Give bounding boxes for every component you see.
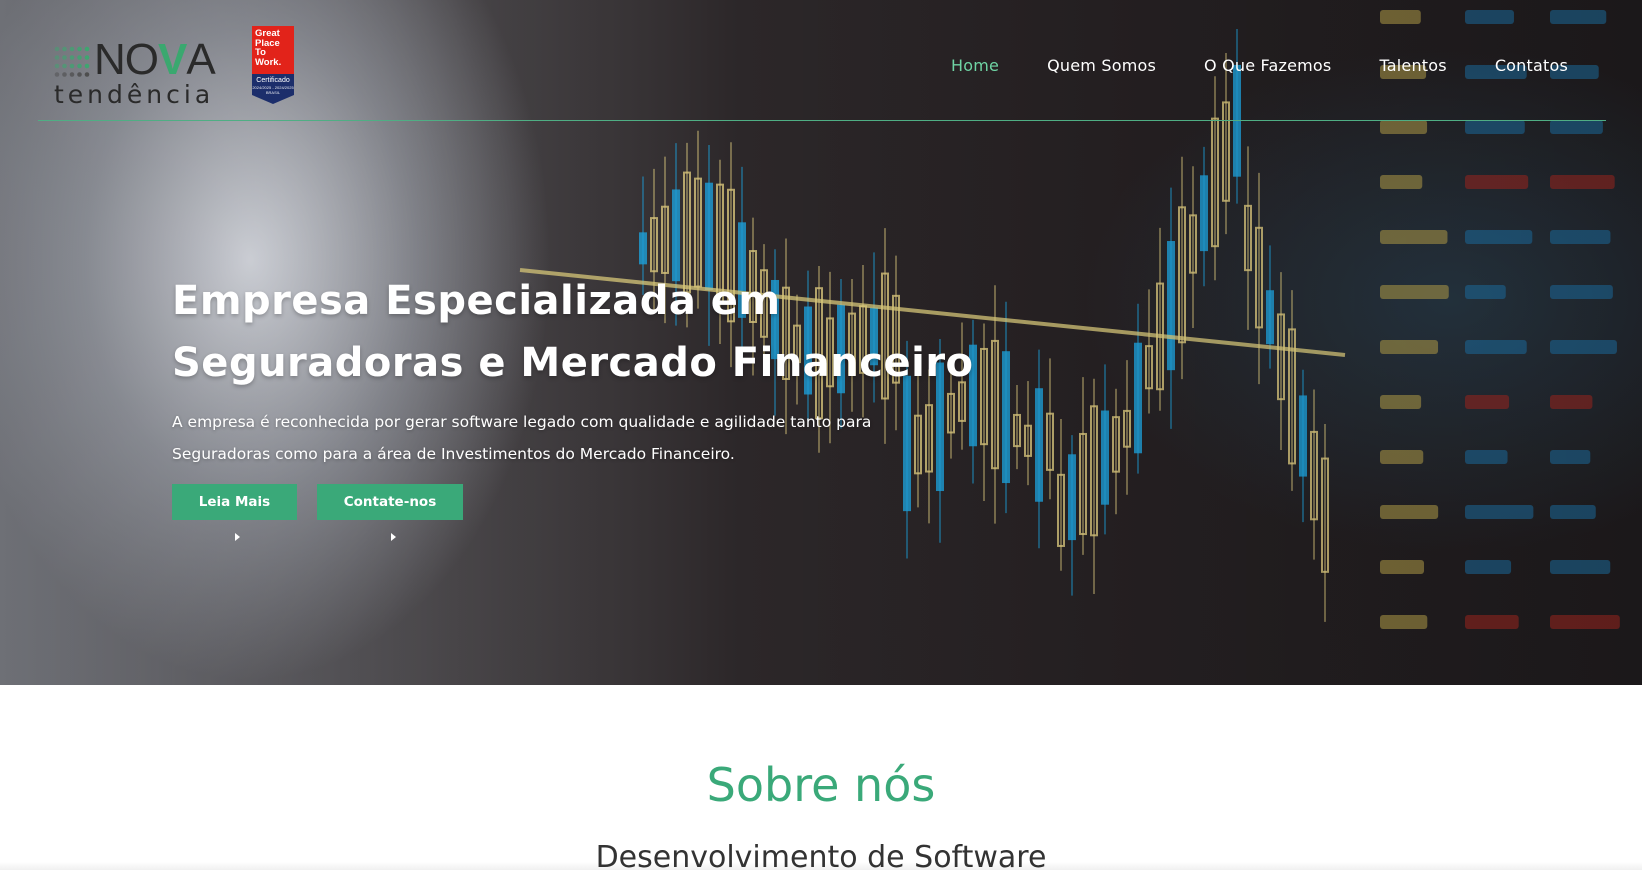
logo-dot (62, 72, 67, 77)
badge-certified: Certificado 2024/2025 - 2024/2025 BRASIL (252, 74, 294, 104)
main-nav: Home Quem Somos O Que Fazemos Talentos C… (903, 52, 1568, 80)
logo-dot (54, 72, 60, 77)
logo-dot (77, 72, 82, 77)
hero-description-line-2: Seguradoras como para a área de Investim… (172, 445, 735, 463)
logo-dot (62, 46, 67, 52)
great-place-to-work-badge: Great Place To Work. Certificado 2024/20… (252, 26, 294, 104)
company-logo[interactable]: NOVA tendência Great Place To Work. Cert… (54, 24, 324, 110)
site-header: NOVA tendência Great Place To Work. Cert… (38, 0, 1606, 121)
logo-dot (62, 63, 67, 69)
logo-dot (84, 72, 90, 77)
logo-dot (84, 55, 90, 60)
nav-item-contatos[interactable]: Contatos (1495, 52, 1568, 80)
logo-dot (69, 46, 75, 52)
about-section-title: Sobre nós (706, 758, 936, 812)
caret-right-icon (235, 533, 240, 541)
hero-title: Empresa Especializada em Seguradoras e M… (172, 270, 1072, 394)
read-more-label: Leia Mais (198, 494, 271, 510)
logo-dot (69, 72, 75, 77)
nav-item-home[interactable]: Home (951, 52, 999, 80)
logo-dot (77, 55, 82, 60)
logo-dot (54, 46, 60, 52)
read-more-button[interactable]: Leia Mais (172, 484, 297, 541)
logo-dot (69, 63, 75, 69)
hero-title-line-1: Empresa Especializada em (172, 278, 781, 324)
hero-description: A empresa é reconhecida por gerar softwa… (172, 406, 972, 470)
logo-dot (69, 55, 75, 60)
hero-description-line-1: A empresa é reconhecida por gerar softwa… (172, 413, 872, 431)
contact-us-label: Contate-nos (343, 494, 437, 510)
logo-dot (54, 55, 60, 60)
logo-dot (84, 63, 90, 69)
badge-title: Great Place To Work. (252, 26, 294, 74)
scroll-shadow (0, 862, 1642, 870)
logo-dot (84, 46, 90, 52)
logo-dot (54, 63, 60, 69)
logo-tagline: tendência (54, 80, 215, 109)
about-section-subtitle: Desenvolvimento de Software (595, 840, 1047, 875)
caret-right-icon (390, 533, 396, 541)
logo-dot (77, 63, 82, 69)
logo-dot (62, 55, 67, 60)
nav-item-talentos[interactable]: Talentos (1379, 52, 1446, 80)
hero-section: NOVA tendência Great Place To Work. Cert… (0, 0, 1642, 685)
nav-item-quem-somos[interactable]: Quem Somos (1047, 52, 1156, 80)
logo-dot (77, 46, 82, 52)
logo-dots-icon (54, 46, 90, 77)
contact-us-button[interactable]: Contate-nos (317, 484, 463, 541)
logo-wordmark: NOVA (94, 35, 216, 84)
hero-title-line-2: Seguradoras e Mercado Financeiro (172, 340, 974, 386)
nav-item-o-que-fazemos[interactable]: O Que Fazemos (1204, 52, 1331, 80)
